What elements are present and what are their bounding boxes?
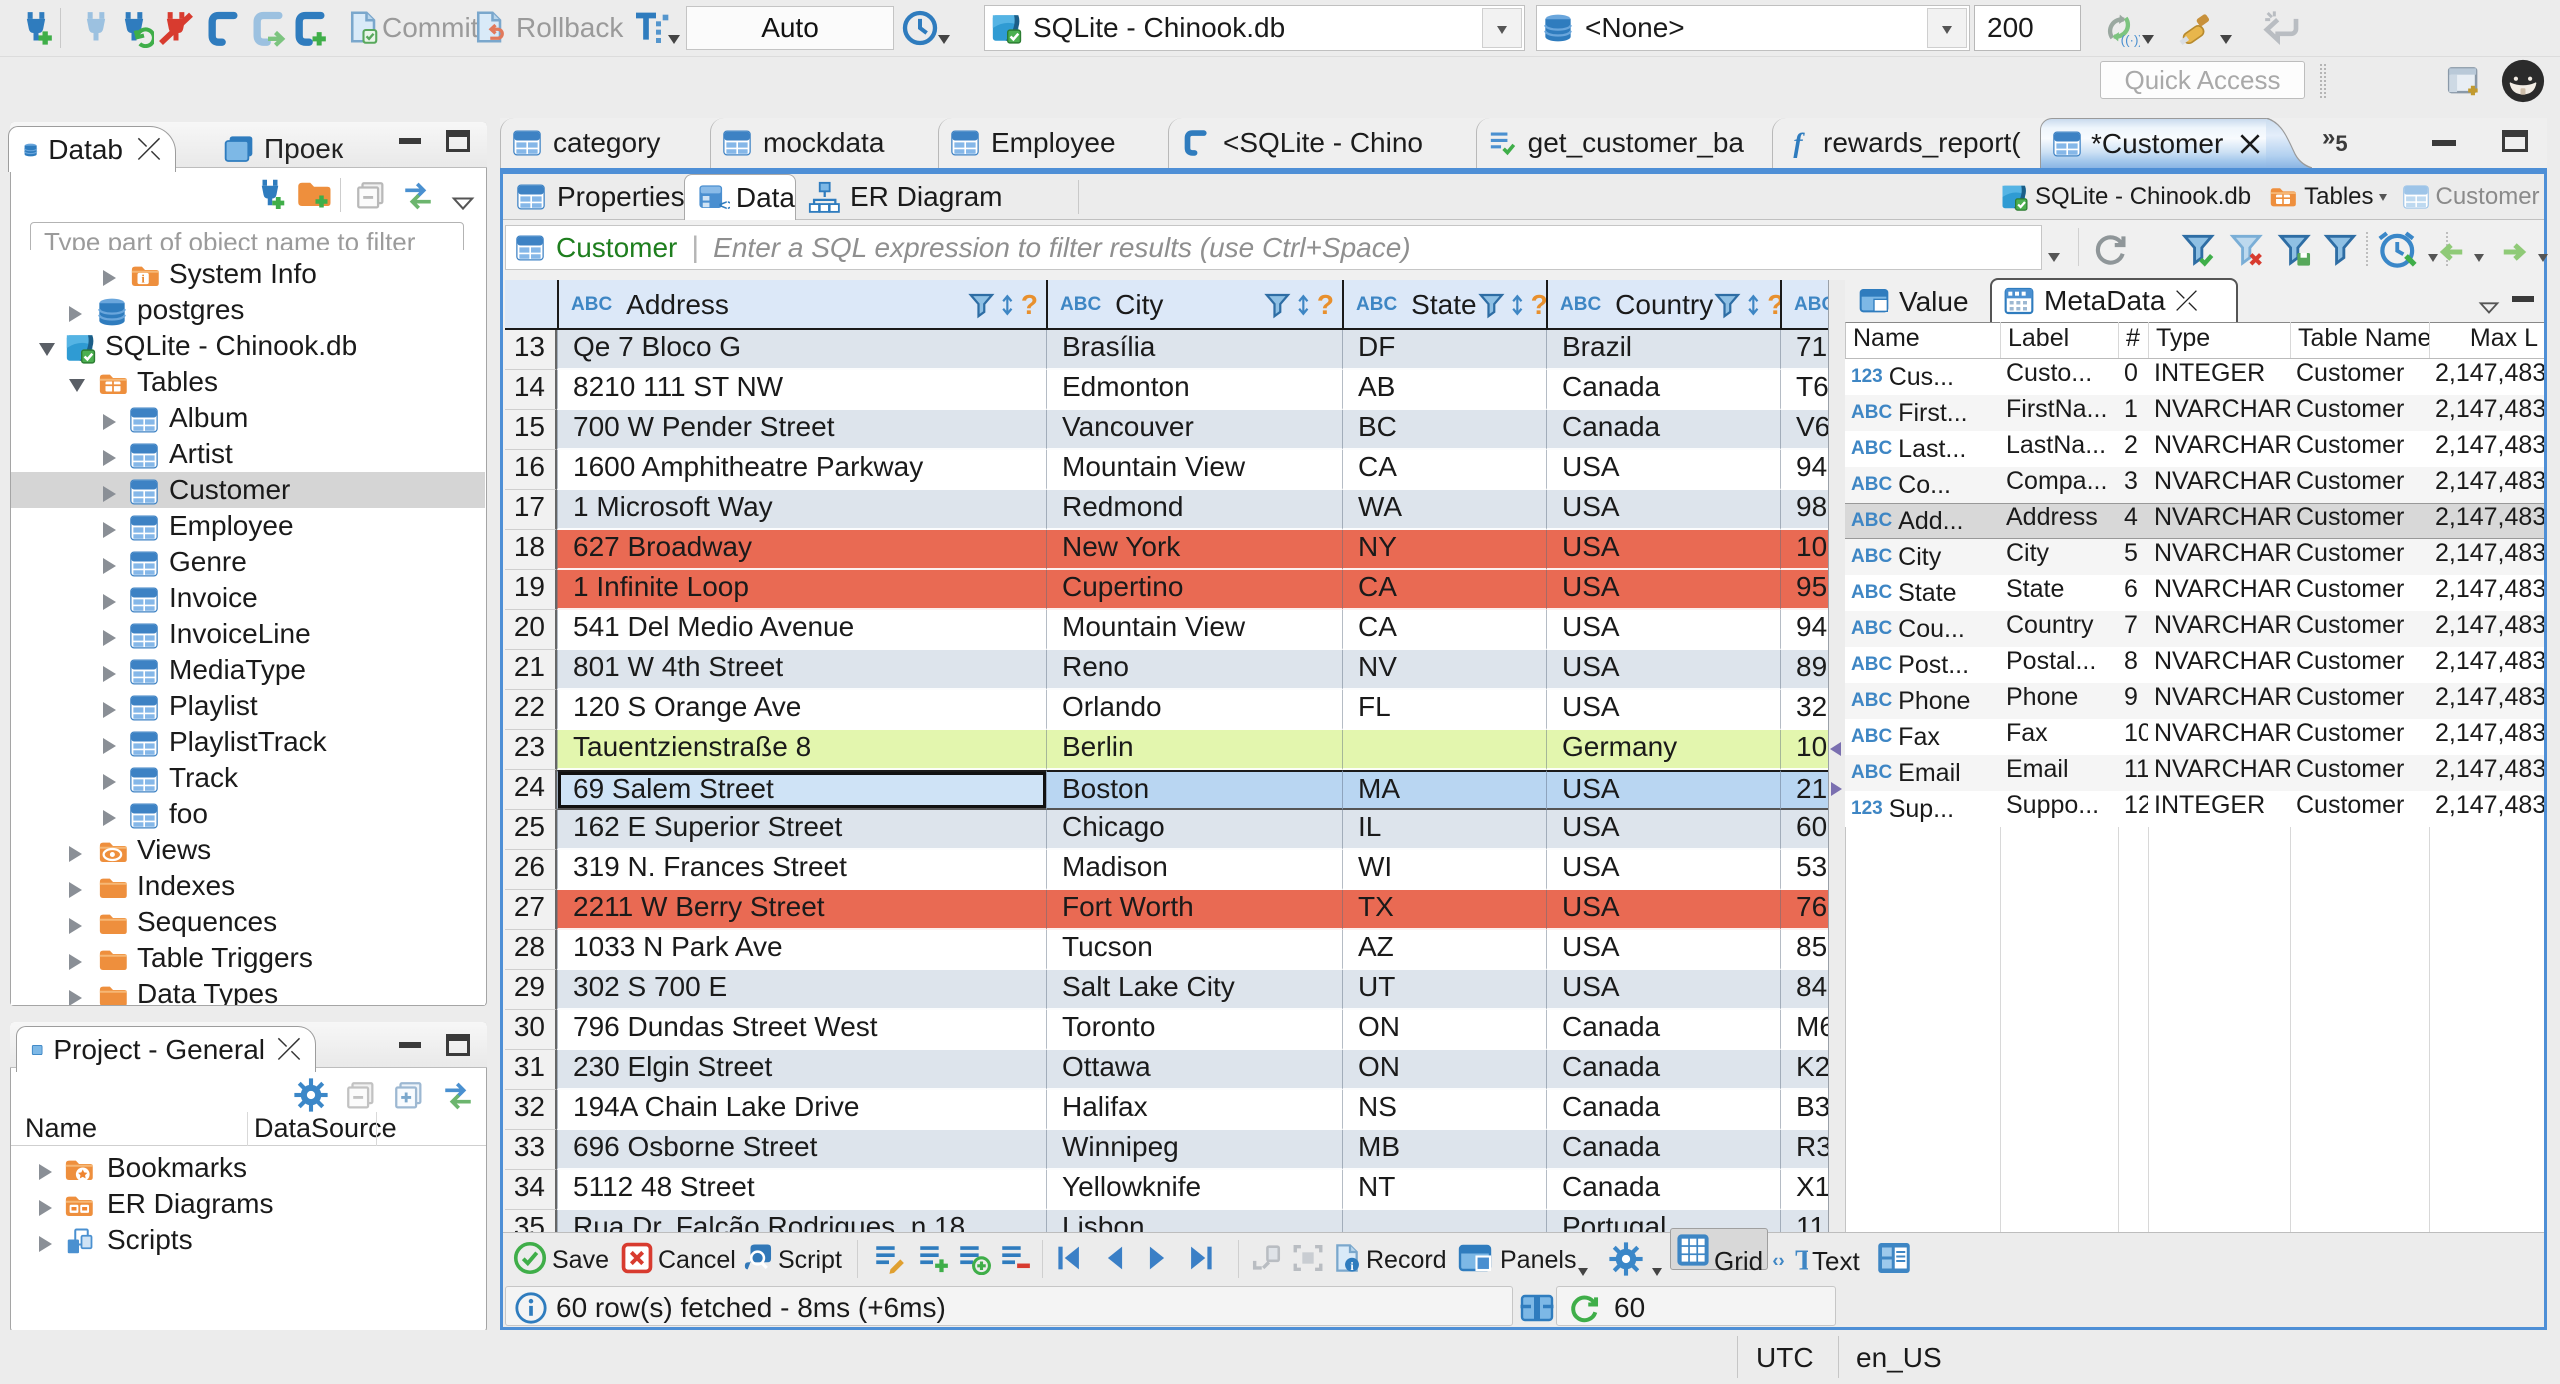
svg-text:T: T [1795,1245,1808,1275]
svg-text:‹›: ‹› [1772,1249,1784,1270]
